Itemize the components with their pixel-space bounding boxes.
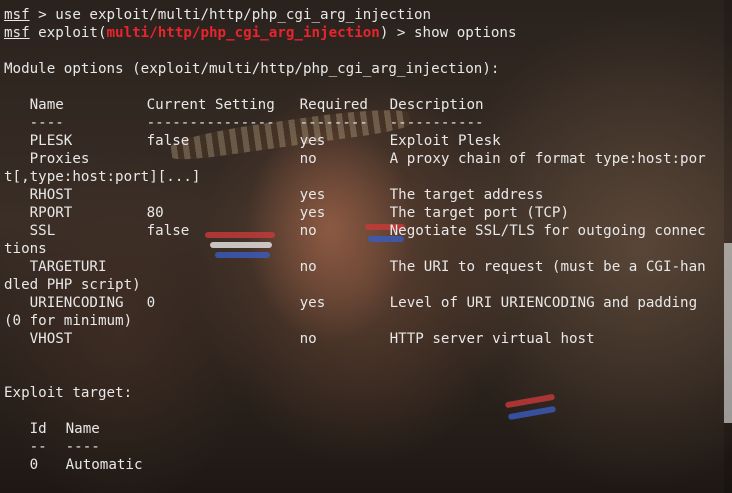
option-row-rhost: RHOST yes The target address <box>4 186 724 204</box>
option-description-wrap: dled PHP script) <box>4 277 141 293</box>
command-text: > use exploit/multi/http/php_cgi_arg_inj… <box>29 7 432 23</box>
option-name: RPORT <box>29 205 73 221</box>
target-name: Automatic <box>65 457 143 473</box>
separator: -- <box>29 439 47 455</box>
separator: --------------- <box>146 115 275 131</box>
option-name: TARGETURI <box>29 259 107 275</box>
separator: ----------- <box>389 115 484 131</box>
option-name: URIENCODING <box>29 295 124 311</box>
col-header-setting: Current Setting <box>146 97 275 113</box>
terminal-output[interactable]: msf > use exploit/multi/http/php_cgi_arg… <box>4 6 724 474</box>
option-row-proxies: Proxies no A proxy chain of format type:ho… <box>4 150 724 168</box>
option-name: PLESK <box>29 133 73 149</box>
option-required: yes <box>299 295 326 311</box>
option-setting: 80 <box>146 205 164 221</box>
module-options-heading: Module options (exploit/multi/http/php_c… <box>4 61 500 77</box>
option-description: HTTP server virtual host <box>389 331 595 347</box>
target-id: 0 <box>29 457 39 473</box>
option-row-uriencoding: URIENCODING 0 yes Level of URI URIENCODING … <box>4 294 724 312</box>
command-text: ) > show options <box>379 25 517 41</box>
target-table-separator: -- ---- <box>4 438 724 456</box>
option-description: Level of URI URIENCODING and padding <box>389 295 698 311</box>
option-row-rport: RPORT 80 yes The target port (TCP) <box>4 204 724 222</box>
option-description-wrap: t[,type:host:port][...] <box>4 169 201 185</box>
msf-prompt: msf <box>4 25 30 41</box>
option-description: The URI to request (must be a CGI-han <box>389 259 706 275</box>
option-description-wrap: (0 for minimum) <box>4 313 133 329</box>
option-required: no <box>299 223 317 239</box>
option-required: no <box>299 331 317 347</box>
option-setting: 0 <box>146 295 156 311</box>
option-required: no <box>299 151 317 167</box>
option-setting: false <box>146 223 190 239</box>
option-description: A proxy chain of format type:host:por <box>389 151 706 167</box>
msf-prompt: msf <box>4 7 30 23</box>
option-name: Proxies <box>29 151 90 167</box>
separator: ---- <box>29 115 64 131</box>
option-description: The target address <box>389 187 544 203</box>
target-row-automatic: 0 Automatic <box>4 456 724 474</box>
option-description: Exploit Plesk <box>389 133 501 149</box>
exploit-target-heading: Exploit target: <box>4 385 133 401</box>
option-row-vhost: VHOST no HTTP server virtual host <box>4 330 724 348</box>
prompt-context: exploit( <box>29 25 107 41</box>
separator: ---- <box>65 439 100 455</box>
option-required: yes <box>299 205 326 221</box>
option-row-ssl: SSL false no Negotiate SSL/TLS for outgoing… <box>4 222 724 240</box>
options-table-header: Name Current Setting Required Description <box>4 96 724 114</box>
option-required: yes <box>299 187 326 203</box>
col-header-description: Description <box>389 97 484 113</box>
options-table-separator: ---- --------------- -------- ----------- <box>4 114 724 132</box>
col-header-name: Name <box>29 97 64 113</box>
col-header-id: Id <box>29 421 47 437</box>
option-description: Negotiate SSL/TLS for outgoing connec <box>389 223 706 239</box>
col-header-target-name: Name <box>65 421 100 437</box>
option-row-targeturi: TARGETURI no The URI to request (must be a… <box>4 258 724 276</box>
target-table-header: Id Name <box>4 420 724 438</box>
separator: -------- <box>299 115 368 131</box>
option-setting: false <box>146 133 190 149</box>
option-required: yes <box>299 133 326 149</box>
scrollbar-thumb[interactable] <box>724 243 732 423</box>
terminal-scrollbar[interactable] <box>724 0 732 493</box>
option-description: The target port (TCP) <box>389 205 569 221</box>
option-name: SSL <box>29 223 56 239</box>
option-row-plesk: PLESK false yes Exploit Plesk <box>4 132 724 150</box>
module-path: multi/http/php_cgi_arg_injection <box>106 25 380 41</box>
command-line-show-options: msf exploit(multi/http/php_cgi_arg_injec… <box>4 24 724 42</box>
command-line-use: msf > use exploit/multi/http/php_cgi_arg… <box>4 6 724 24</box>
option-name: VHOST <box>29 331 73 347</box>
col-header-required: Required <box>299 97 368 113</box>
option-required: no <box>299 259 317 275</box>
option-description-wrap: tions <box>4 241 47 257</box>
option-name: RHOST <box>29 187 73 203</box>
